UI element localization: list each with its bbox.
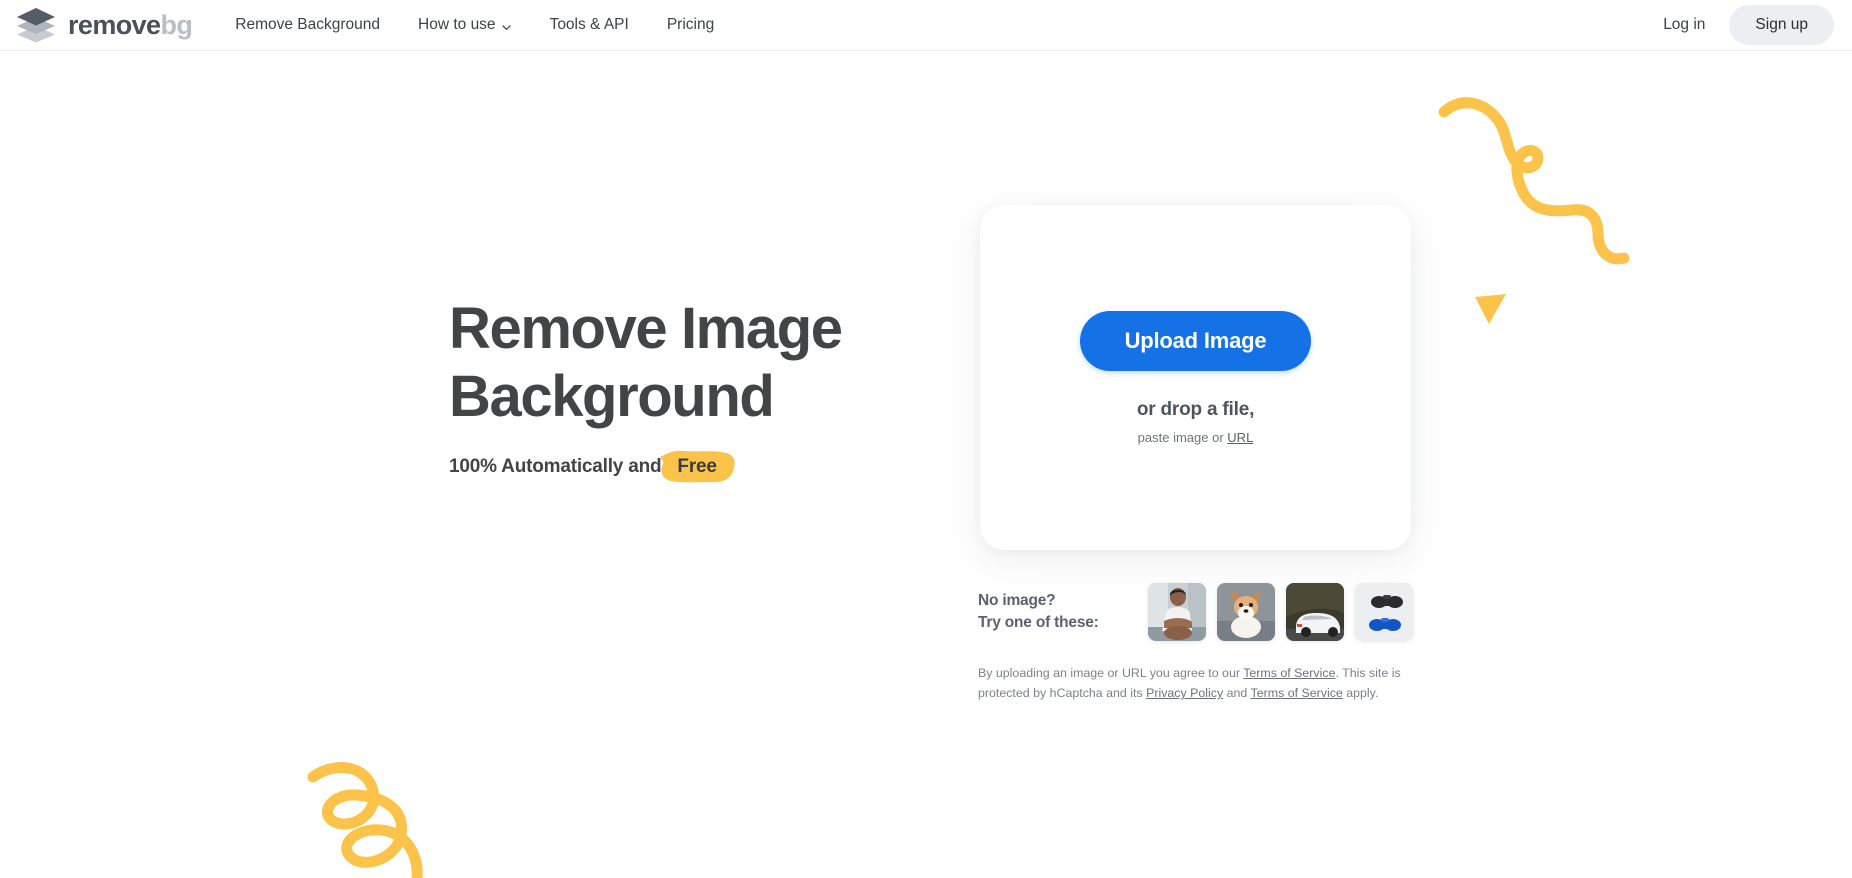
login-link[interactable]: Log in bbox=[1645, 8, 1723, 42]
upload-dropzone-card[interactable]: Upload Image or drop a file, paste image… bbox=[980, 205, 1411, 550]
hero-subtitle-prefix: 100% Automatically and bbox=[449, 455, 662, 477]
page-root: removebg Remove Background How to use To… bbox=[0, 0, 1852, 878]
highlight-label: Free bbox=[677, 455, 717, 477]
terms-of-service-link-1[interactable]: Terms of Service bbox=[1243, 666, 1335, 680]
decorative-squiggle-top-right bbox=[1432, 88, 1642, 273]
sample-images-label: No image? Try one of these: bbox=[978, 590, 1099, 634]
page-title: Remove Image Background bbox=[449, 295, 919, 431]
logo-word-bg: bg bbox=[160, 9, 193, 40]
hero-title-line-1: Remove Image bbox=[449, 296, 843, 361]
nav-label: How to use bbox=[418, 16, 496, 33]
header-actions: Log in Sign up bbox=[1645, 5, 1834, 45]
hero-text-block: Remove Image Background 100% Automatical… bbox=[449, 295, 919, 482]
hero-highlight-free: Free bbox=[660, 450, 736, 482]
sample-thumbnail-car[interactable] bbox=[1286, 583, 1344, 641]
sample-thumbnail-list bbox=[1148, 583, 1413, 641]
paste-url-link[interactable]: URL bbox=[1227, 430, 1253, 445]
site-header: removebg Remove Background How to use To… bbox=[0, 0, 1852, 51]
signup-button[interactable]: Sign up bbox=[1729, 5, 1834, 45]
nav-item-tools-api[interactable]: Tools & API bbox=[531, 16, 648, 34]
sample-thumbnail-dog[interactable] bbox=[1217, 583, 1275, 641]
decorative-triangle bbox=[1472, 292, 1512, 333]
nav-item-remove-background[interactable]: Remove Background bbox=[216, 16, 399, 34]
drop-file-text: or drop a file, bbox=[1136, 398, 1255, 420]
logo-word-remove: remove bbox=[68, 9, 161, 40]
legal-part-3: and bbox=[1223, 686, 1251, 701]
terms-of-service-link-2[interactable]: Terms of Service bbox=[1251, 686, 1343, 700]
chevron-down-icon bbox=[501, 20, 512, 31]
decorative-squiggle-bottom-left bbox=[305, 755, 435, 878]
sample-thumbnail-controllers[interactable] bbox=[1355, 583, 1413, 641]
sample-label-line-2: Try one of these: bbox=[978, 614, 1099, 631]
paste-hint-text: paste image or URL bbox=[1138, 430, 1254, 445]
legal-part-1: By uploading an image or URL you agree t… bbox=[978, 666, 1244, 680]
logo-wordmark: removebg bbox=[68, 9, 193, 40]
nav-label: Pricing bbox=[666, 16, 715, 33]
sample-label-line-1: No image? bbox=[978, 592, 1056, 609]
sample-images-section: No image? Try one of these: bbox=[978, 583, 1413, 641]
privacy-policy-link[interactable]: Privacy Policy bbox=[1146, 686, 1223, 700]
nav-label: Remove Background bbox=[235, 16, 381, 33]
logo-removebg[interactable]: removebg bbox=[14, 7, 193, 43]
main-nav: Remove Background How to use Tools & API… bbox=[216, 16, 733, 34]
sample-thumbnail-person[interactable] bbox=[1148, 583, 1206, 641]
paste-hint-prefix: paste image or bbox=[1137, 429, 1224, 445]
nav-label: Tools & API bbox=[549, 16, 629, 33]
hero-subtitle: 100% Automatically and Free bbox=[449, 450, 919, 482]
nav-item-how-to-use[interactable]: How to use bbox=[399, 16, 531, 34]
hero-title-line-2: Background bbox=[449, 363, 775, 429]
upload-image-button[interactable]: Upload Image bbox=[1079, 310, 1312, 371]
stacked-diamond-logo-icon bbox=[14, 7, 58, 43]
legal-disclaimer: By uploading an image or URL you agree t… bbox=[978, 663, 1408, 703]
nav-item-pricing[interactable]: Pricing bbox=[648, 16, 733, 34]
legal-part-4: apply. bbox=[1342, 686, 1379, 701]
